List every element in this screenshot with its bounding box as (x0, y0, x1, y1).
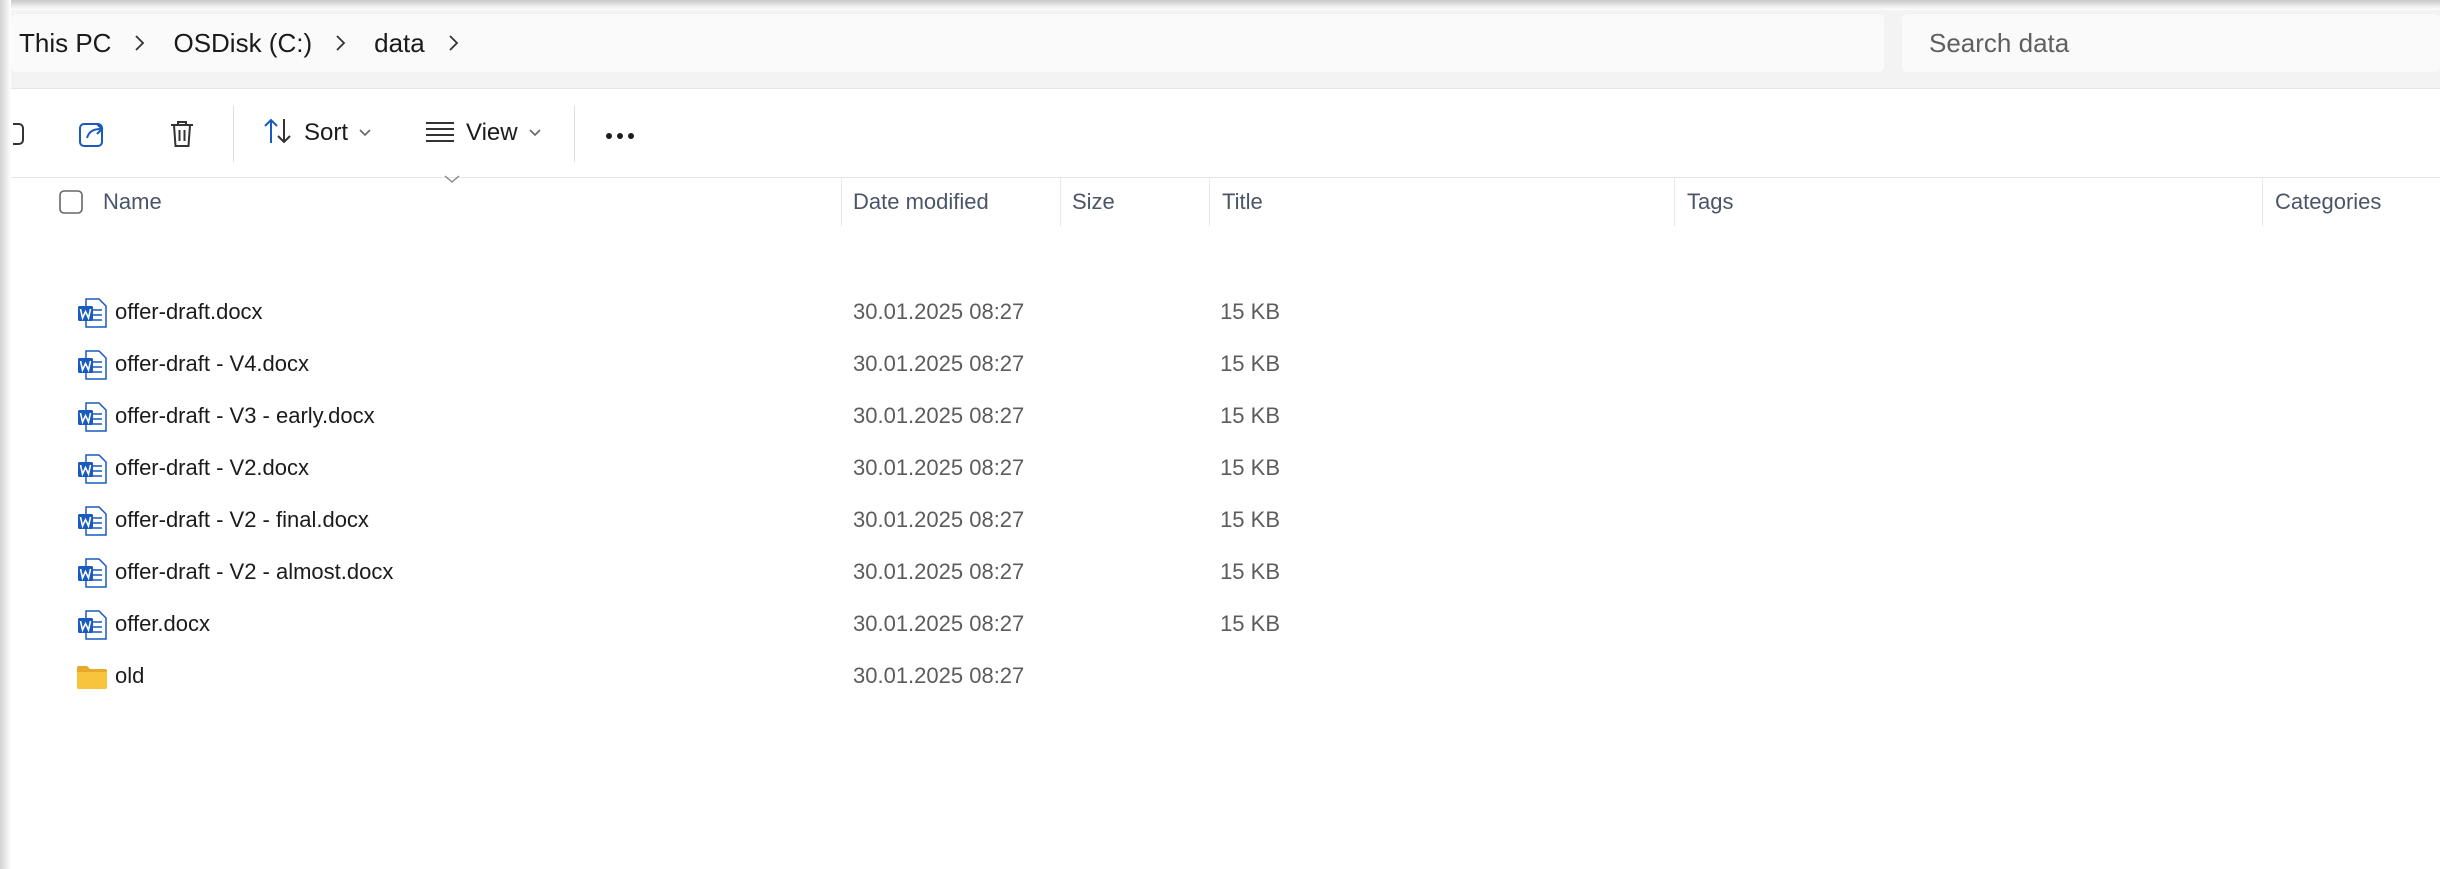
file-date: 30.01.2025 08:27 (853, 663, 1025, 688)
command-bar (11, 89, 2440, 177)
share-icon[interactable] (77, 118, 111, 150)
file-date: 30.01.2025 08:27 (853, 611, 1025, 636)
file-name[interactable]: offer-draft - V2.docx (115, 442, 309, 494)
chevron-right-icon[interactable] (115, 34, 165, 52)
word-doc-icon (76, 453, 108, 485)
window-shadow-left (0, 0, 11, 869)
file-name[interactable]: offer-draft - V2 - almost.docx (115, 546, 393, 598)
file-size: 15 KB (1220, 299, 1280, 324)
column-separator[interactable] (1060, 178, 1061, 226)
chevron-right-icon[interactable] (429, 34, 479, 52)
file-size: 15 KB (1220, 403, 1280, 428)
file-date: 30.01.2025 08:27 (853, 455, 1025, 480)
divider (233, 106, 234, 162)
sort-button[interactable]: Sort (262, 108, 372, 158)
file-row[interactable]: offer-draft - V2 - almost.docx 30.01.202… (60, 546, 2440, 598)
copy-icon[interactable] (11, 118, 25, 148)
sort-label: Sort (304, 119, 349, 146)
divider (574, 106, 575, 162)
trash-icon[interactable] (167, 118, 197, 150)
column-separator[interactable] (1209, 178, 1210, 226)
file-row[interactable]: offer-draft - V4.docx 30.01.2025 08:27 1… (60, 338, 2440, 390)
sort-icon (262, 116, 294, 151)
file-name[interactable]: offer-draft - V4.docx (115, 338, 309, 390)
search-input[interactable]: Search data (1902, 28, 2069, 59)
file-size (1145, 650, 1280, 702)
chevron-right-icon[interactable] (316, 34, 366, 52)
column-header-tags[interactable]: Tags (1687, 178, 1733, 226)
column-header-size[interactable]: Size (1072, 178, 1115, 226)
word-doc-icon (76, 297, 108, 329)
file-date: 30.01.2025 08:27 (853, 351, 1025, 376)
file-row[interactable]: offer-draft.docx 30.01.2025 08:27 15 KB (60, 286, 2440, 338)
breadcrumb-this-pc[interactable]: This PC (11, 28, 115, 59)
sort-indicator-icon (443, 172, 461, 186)
column-header-categories[interactable]: Categories (2275, 178, 2381, 226)
breadcrumb[interactable]: This PC OSDisk (C:) data (11, 14, 1884, 72)
file-size: 15 KB (1220, 611, 1280, 636)
file-name[interactable]: offer-draft.docx (115, 286, 263, 338)
word-doc-icon (76, 349, 108, 381)
word-doc-icon (76, 609, 108, 641)
more-icon[interactable] (603, 124, 637, 148)
search-box[interactable]: Search data (1902, 14, 2440, 72)
word-doc-icon (76, 505, 108, 537)
file-date: 30.01.2025 08:27 (853, 559, 1025, 584)
column-header-name[interactable]: Name (103, 178, 162, 226)
file-size: 15 KB (1220, 559, 1280, 584)
chevron-down-icon (528, 128, 542, 138)
file-date: 30.01.2025 08:27 (853, 403, 1025, 428)
file-name[interactable]: offer-draft - V3 - early.docx (115, 390, 375, 442)
file-row[interactable]: offer-draft - V3 - early.docx 30.01.2025… (60, 390, 2440, 442)
file-row[interactable]: offer-draft - V2 - final.docx 30.01.2025… (60, 494, 2440, 546)
file-name[interactable]: offer.docx (115, 598, 210, 650)
file-size: 15 KB (1220, 351, 1280, 376)
word-doc-icon (76, 401, 108, 433)
folder-row[interactable]: old 30.01.2025 08:27 (60, 650, 2440, 702)
view-list-icon (424, 118, 456, 149)
file-row[interactable]: offer.docx 30.01.2025 08:27 15 KB (60, 598, 2440, 650)
file-name[interactable]: offer-draft - V2 - final.docx (115, 494, 369, 546)
select-all-checkbox[interactable] (58, 178, 84, 226)
file-size: 15 KB (1220, 507, 1280, 532)
view-button[interactable]: View (424, 108, 542, 158)
column-separator[interactable] (1674, 178, 1675, 226)
view-label: View (466, 119, 518, 146)
folder-icon (76, 661, 108, 693)
column-header-date-modified[interactable]: Date modified (853, 178, 989, 226)
file-row[interactable]: offer-draft - V2.docx 30.01.2025 08:27 1… (60, 442, 2440, 494)
column-header-title[interactable]: Title (1222, 178, 1263, 226)
file-date: 30.01.2025 08:27 (853, 299, 1025, 324)
word-doc-icon (76, 557, 108, 589)
breadcrumb-data[interactable]: data (366, 28, 429, 59)
column-separator[interactable] (2262, 178, 2263, 226)
file-size: 15 KB (1220, 455, 1280, 480)
file-date: 30.01.2025 08:27 (853, 507, 1025, 532)
window-shadow-top (0, 0, 2440, 10)
breadcrumb-osdisk[interactable]: OSDisk (C:) (165, 28, 316, 59)
column-separator[interactable] (841, 178, 842, 226)
folder-name[interactable]: old (115, 650, 144, 702)
chevron-down-icon (358, 128, 372, 138)
